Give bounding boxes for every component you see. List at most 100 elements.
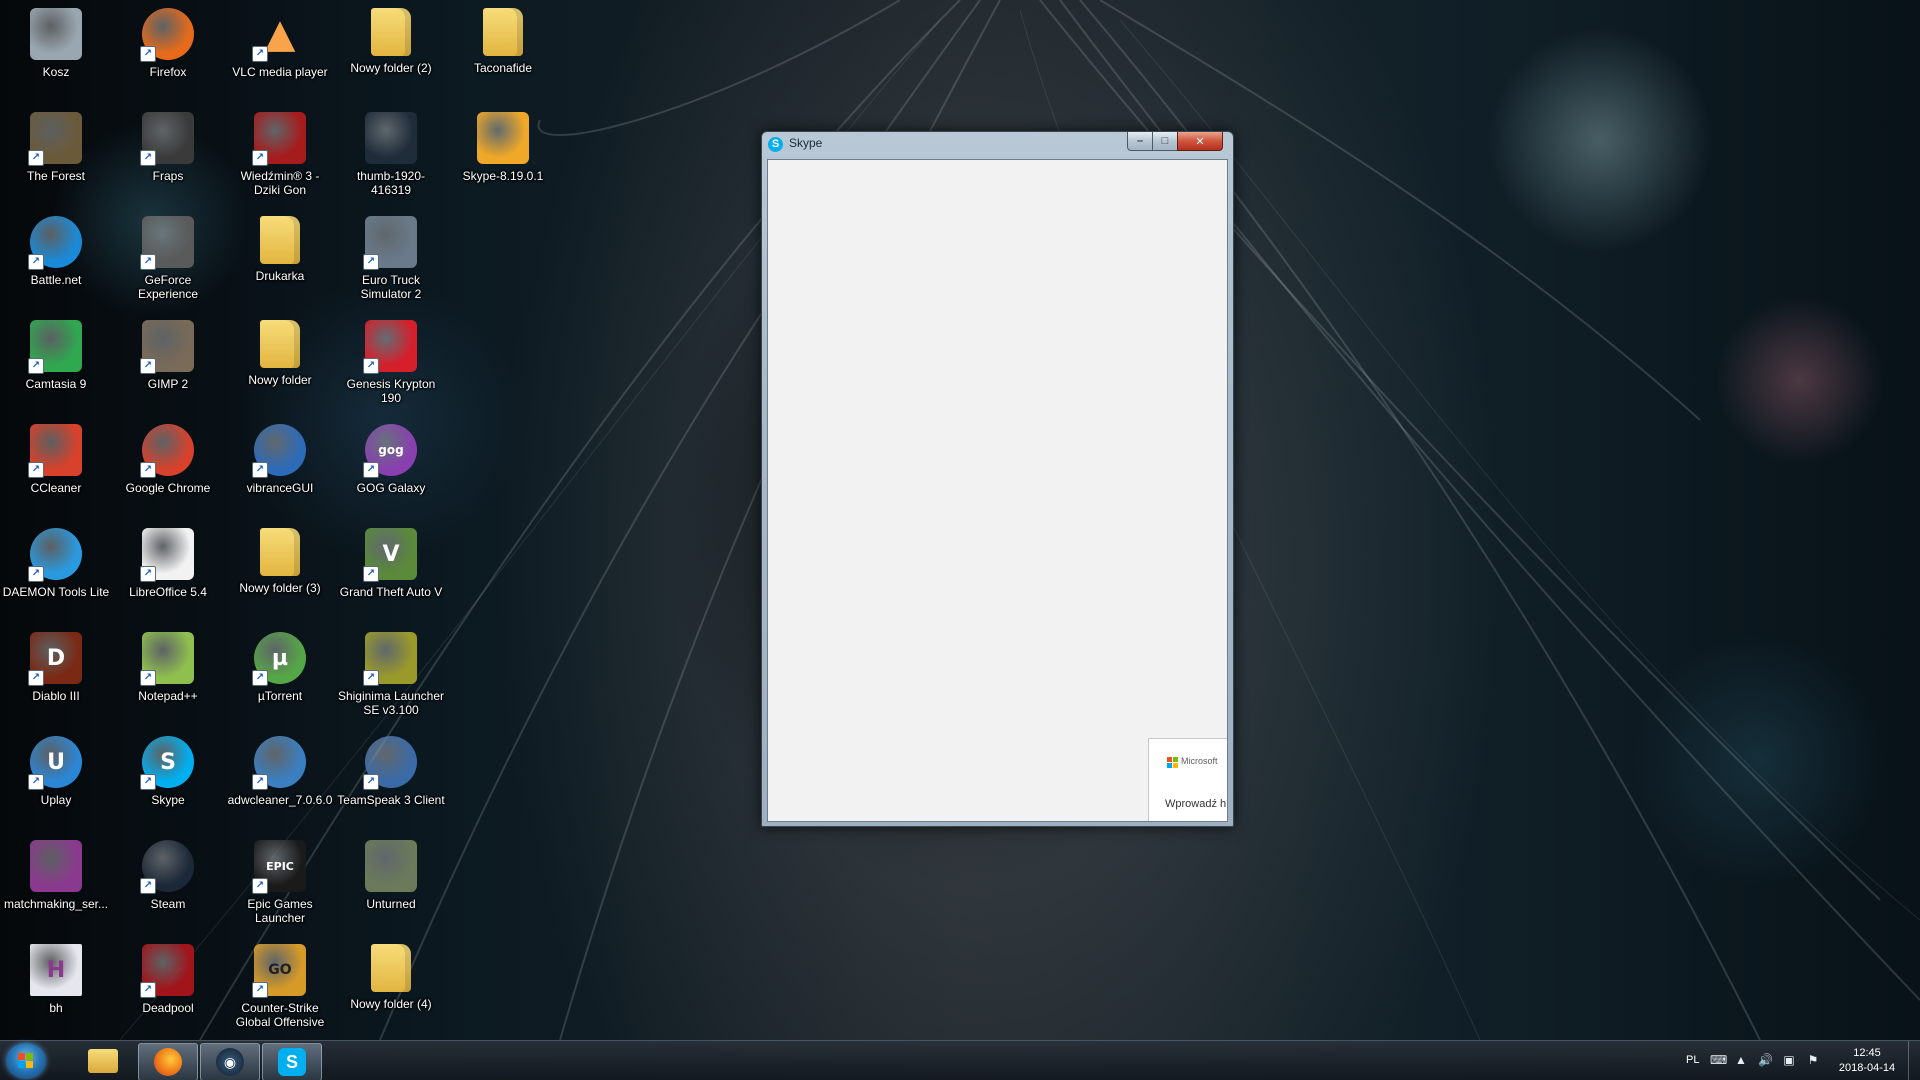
desktop-icon-camtasia[interactable]: ↗ Camtasia 9 <box>2 314 110 410</box>
start-button[interactable] <box>6 1043 46 1079</box>
shortcut-arrow-icon: ↗ <box>140 46 156 62</box>
shortcut-arrow-icon: ↗ <box>140 462 156 478</box>
desktop-icon-recycle-bin[interactable]: Kosz <box>2 2 110 98</box>
desktop-icon-uplay[interactable]: U ↗ Uplay <box>2 730 110 826</box>
keyboard-icon[interactable]: ⌨ <box>1710 1053 1727 1067</box>
desktop-icon-utorrent[interactable]: µ ↗ µTorrent <box>226 626 334 722</box>
desktop-icon-label: Google Chrome <box>125 481 211 495</box>
desktop-icon-document-h[interactable]: Hbh <box>2 938 110 1034</box>
desktop-icon-unturned[interactable]: Unturned <box>337 834 445 930</box>
daemon-tools-icon: ↗ <box>28 528 82 582</box>
taskbar-file-explorer[interactable] <box>74 1043 132 1079</box>
microsoft-logo-icon <box>1167 757 1178 768</box>
desktop-icon-vlc[interactable]: ▲ ↗ VLC media player <box>226 2 334 98</box>
desktop-icon-genesis-krypton[interactable]: ↗ Genesis Krypton 190 <box>337 314 445 410</box>
clock[interactable]: 12:45 2018-04-14 <box>1832 1046 1902 1076</box>
desktop-icon-label: GeForce Experience <box>137 273 199 301</box>
desktop-icon-diablo[interactable]: D ↗ Diablo III <box>2 626 110 722</box>
desktop-icon-winrar-archive[interactable]: matchmaking_ser... <box>2 834 110 930</box>
desktop-icon-label: Fraps <box>152 169 184 183</box>
desktop-icon-adwcleaner[interactable]: ↗ adwcleaner_7.0.6.0 <box>226 730 334 826</box>
desktop-icon-label: Nowy folder <box>248 373 312 387</box>
csgo-icon: GO ↗ <box>252 944 306 998</box>
volume-icon[interactable]: 🔊 <box>1758 1053 1773 1067</box>
microsoft-sign-in-card[interactable]: Microsoft Wprowadź h <box>1148 738 1227 821</box>
desktop-icon-daemon-tools[interactable]: ↗ DAEMON Tools Lite <box>2 522 110 618</box>
notepad-plus-plus-icon: ↗ <box>140 632 194 686</box>
desktop-icon-witcher[interactable]: ↗ Wiedźmin® 3 - Dziki Gon <box>226 106 334 202</box>
desktop-icon-folder[interactable]: Nowy folder <box>226 314 334 410</box>
skype-window[interactable]: S Skype – □ ✕ Microsoft Wprowadź h <box>761 131 1234 827</box>
desktop-icon-euro-truck[interactable]: ↗ Euro Truck Simulator 2 <box>337 210 445 306</box>
desktop-icon-label: thumb-1920-416319 <box>356 169 426 197</box>
shortcut-arrow-icon: ↗ <box>140 254 156 270</box>
firefox-icon <box>154 1048 182 1076</box>
desktop-icon-label: Euro Truck Simulator 2 <box>360 273 422 301</box>
desktop-icon-steam[interactable]: ↗ Steam <box>114 834 222 930</box>
desktop-icon-label: Deadpool <box>142 1001 194 1015</box>
unturned-icon <box>365 840 417 892</box>
skype-titlebar[interactable]: S Skype – □ ✕ <box>762 132 1233 156</box>
desktop-icon-gta-v[interactable]: V ↗ Grand Theft Auto V <box>337 522 445 618</box>
desktop-icon-folder[interactable]: Taconafide <box>449 2 557 98</box>
desktop-icon-label: GIMP 2 <box>147 377 189 391</box>
desktop-icon-libreoffice[interactable]: ↗ LibreOffice 5.4 <box>114 522 222 618</box>
desktop-icon-gog-galaxy[interactable]: gog ↗ GOG Galaxy <box>337 418 445 514</box>
document-h-icon: H <box>30 944 82 996</box>
desktop-icon-vibrancegui[interactable]: ↗ vibranceGUI <box>226 418 334 514</box>
desktop-icon-skype[interactable]: S ↗ Skype <box>114 730 222 826</box>
taskbar-skype[interactable]: S <box>262 1043 322 1080</box>
maximize-button[interactable]: □ <box>1152 132 1178 151</box>
action-center-flag-icon[interactable]: ⚑ <box>1806 1053 1820 1067</box>
desktop-icon-folder[interactable]: Drukarka <box>226 210 334 306</box>
folder-icon <box>371 944 411 992</box>
desktop-icon-label: GOG Galaxy <box>356 481 426 495</box>
close-button[interactable]: ✕ <box>1177 132 1223 151</box>
shortcut-arrow-icon: ↗ <box>28 670 44 686</box>
shortcut-arrow-icon: ↗ <box>252 982 268 998</box>
desktop-icon-label: CCleaner <box>30 481 82 495</box>
desktop-icon-chrome[interactable]: ↗ Google Chrome <box>114 418 222 514</box>
show-hidden-icons-icon[interactable]: ▲ <box>1734 1053 1748 1067</box>
desktop-icon-folder[interactable]: Nowy folder (3) <box>226 522 334 618</box>
desktop-icon-folder[interactable]: Nowy folder (4) <box>337 938 445 1034</box>
desktop-icon-battle-net[interactable]: ↗ Battle.net <box>2 210 110 306</box>
desktop-icon-firefox[interactable]: ↗ Firefox <box>114 2 222 98</box>
desktop-icon-minecraft-block[interactable]: ↗ Shiginima Launcher SE v3.100 <box>337 626 445 722</box>
desktop-icon-label: Counter-Strike Global Offensive <box>235 1001 325 1029</box>
language-indicator[interactable]: PL <box>1686 1054 1699 1066</box>
firefox-icon: ↗ <box>140 8 194 62</box>
show-desktop-button[interactable] <box>1908 1041 1920 1080</box>
network-icon[interactable]: ▣ <box>1782 1053 1796 1067</box>
desktop-icon-label: Battle.net <box>30 273 82 287</box>
desktop-icon-geforce-experience[interactable]: ↗ GeForce Experience <box>114 210 222 306</box>
skype-icon: S <box>278 1048 306 1076</box>
desktop-icon-epic-games[interactable]: EPIC ↗ Epic Games Launcher <box>226 834 334 930</box>
desktop-icon-fraps[interactable]: ↗ Fraps <box>114 106 222 202</box>
desktop-icon-label: LibreOffice 5.4 <box>129 585 207 599</box>
microsoft-brand-text: Microsoft <box>1181 756 1218 766</box>
shortcut-arrow-icon: ↗ <box>140 774 156 790</box>
desktop-icon-ccleaner[interactable]: ↗ CCleaner <box>2 418 110 514</box>
taskbar-steam[interactable]: ◉ <box>200 1043 260 1080</box>
desktop-icon-csgo[interactable]: GO ↗ Counter-Strike Global Offensive <box>226 938 334 1034</box>
minimize-button[interactable]: – <box>1127 132 1153 151</box>
desktop-icon-gimp[interactable]: ↗ GIMP 2 <box>114 314 222 410</box>
desktop-icon-label: Nowy folder (3) <box>239 581 321 595</box>
desktop-icon-teamspeak[interactable]: ↗ TeamSpeak 3 Client <box>337 730 445 826</box>
camtasia-icon: ↗ <box>28 320 82 374</box>
shortcut-arrow-icon: ↗ <box>140 150 156 166</box>
shortcut-arrow-icon: ↗ <box>363 254 379 270</box>
folder-icon <box>260 320 300 368</box>
desktop-icon-deadpool[interactable]: ↗ Deadpool <box>114 938 222 1034</box>
folder-icon <box>371 8 411 56</box>
taskbar-firefox[interactable] <box>138 1043 198 1080</box>
desktop-icon-image-thumbnail[interactable]: thumb-1920-416319 <box>337 106 445 202</box>
desktop-icon-the-forest[interactable]: ↗ The Forest <box>2 106 110 202</box>
desktop-icon-skype-installer[interactable]: Skype-8.19.0.1 <box>449 106 557 202</box>
desktop-icon-label: adwcleaner_7.0.6.0 <box>227 793 333 807</box>
shortcut-arrow-icon: ↗ <box>28 566 44 582</box>
desktop-icon-label: Taconafide <box>473 61 533 75</box>
desktop-icon-notepad-plus-plus[interactable]: ↗ Notepad++ <box>114 626 222 722</box>
desktop-icon-folder[interactable]: Nowy folder (2) <box>337 2 445 98</box>
